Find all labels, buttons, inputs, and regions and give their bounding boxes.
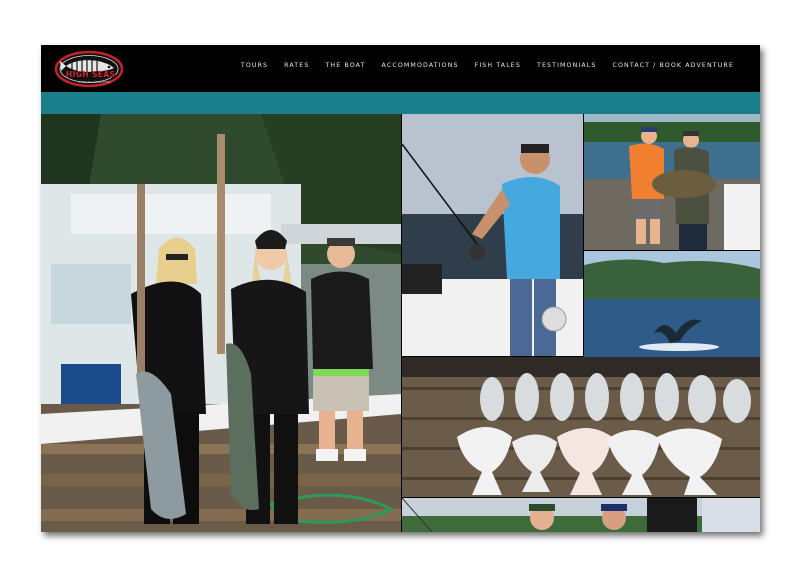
photo-halibut-on-dock[interactable] xyxy=(402,357,760,497)
nav-item-tours[interactable]: TOURS xyxy=(241,62,268,69)
accent-bar xyxy=(41,92,760,114)
photo-group-on-boat[interactable] xyxy=(402,498,760,532)
photo-men-with-halibut[interactable] xyxy=(584,114,760,250)
site-logo[interactable]: HIGH SEAS FISHING CHARTERS xyxy=(54,49,124,89)
site-header: HIGH SEAS FISHING CHARTERS TOURS RATES T… xyxy=(41,45,760,92)
photo-man-reeling[interactable] xyxy=(402,114,583,356)
photo-girls-with-salmon[interactable] xyxy=(41,114,401,532)
photo-gallery xyxy=(41,114,760,532)
nav-item-rates[interactable]: RATES xyxy=(284,62,309,69)
nav-item-the-boat[interactable]: THE BOAT xyxy=(325,62,365,69)
main-nav: TOURS RATES THE BOAT ACCOMMODATIONS FISH… xyxy=(241,62,734,69)
photo-whale-tail[interactable] xyxy=(584,251,760,364)
nav-item-contact-book[interactable]: CONTACT / BOOK ADVENTURE xyxy=(613,62,735,69)
nav-item-testimonials[interactable]: TESTIMONIALS xyxy=(537,62,597,69)
website-frame: HIGH SEAS FISHING CHARTERS TOURS RATES T… xyxy=(41,45,760,532)
nav-item-accommodations[interactable]: ACCOMMODATIONS xyxy=(382,62,459,69)
logo-tagline: FISHING CHARTERS xyxy=(79,80,111,84)
logo-brand-text: HIGH SEAS xyxy=(66,70,116,79)
nav-item-fish-tales[interactable]: FISH TALES xyxy=(475,62,521,69)
